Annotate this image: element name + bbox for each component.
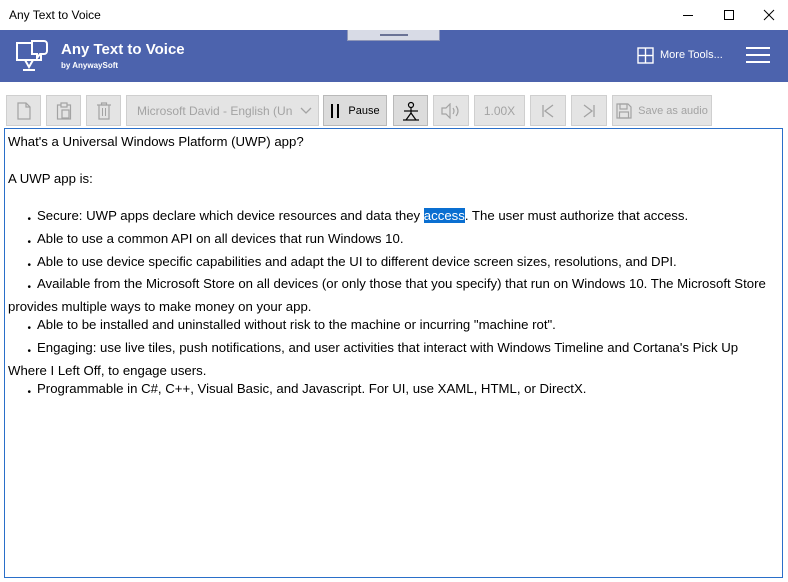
app-publisher: by AnywaySoft: [61, 61, 119, 70]
bullet: •: [27, 323, 31, 335]
voice-select-value: Microsoft David - English (United States…: [137, 103, 293, 118]
delete-button[interactable]: [86, 95, 121, 126]
app-name: Any Text to Voice: [61, 41, 185, 58]
speaker-person-icon: [402, 101, 419, 121]
speed-value: 1.00X: [483, 103, 516, 118]
bullet: •: [27, 214, 31, 226]
window-titlebar: Any Text to Voice: [0, 0, 788, 30]
window-title: Any Text to Voice: [9, 8, 101, 22]
clipboard-icon: [56, 101, 71, 120]
bullet: •: [27, 387, 31, 399]
save-icon: [616, 102, 632, 119]
list-item: • Programmable in C#, C++, Visual Basic, …: [8, 380, 779, 403]
previous-button[interactable]: [530, 95, 566, 126]
new-document-icon: [16, 101, 31, 120]
next-button[interactable]: [571, 95, 607, 126]
more-tools-label: More Tools...: [660, 49, 723, 61]
hamburger-menu-icon[interactable]: [746, 45, 770, 65]
skip-previous-icon: [542, 103, 554, 118]
bullet: •: [27, 259, 31, 271]
list-item: • Able to be installed and uninstalled wi…: [8, 316, 779, 339]
selected-text: access: [423, 208, 465, 224]
minimize-icon: [683, 15, 693, 16]
drag-handle[interactable]: [347, 30, 440, 41]
document-heading: What's a Universal Windows Platform (UWP…: [8, 134, 304, 149]
pause-button[interactable]: Pause: [323, 95, 387, 126]
save-as-audio-label: Save as audio: [638, 104, 708, 117]
bullet: •: [27, 345, 31, 357]
pause-icon: [331, 103, 340, 118]
app-header: Any Text to Voice by AnywaySoft More Too…: [0, 30, 788, 82]
maximize-icon: [724, 10, 734, 20]
bullet: •: [27, 236, 31, 248]
list-item: • Secure: UWP apps declare which device r…: [8, 207, 779, 230]
minimize-button[interactable]: [665, 0, 711, 30]
speed-button[interactable]: 1.00X: [474, 95, 525, 126]
voice-select[interactable]: Microsoft David - English (United States…: [126, 95, 319, 126]
volume-button[interactable]: [433, 95, 469, 126]
volume-icon: [441, 102, 459, 119]
bullet: •: [27, 282, 31, 294]
paste-button[interactable]: [46, 95, 81, 126]
save-as-audio-button[interactable]: Save as audio: [612, 95, 712, 126]
close-icon: [763, 9, 775, 21]
list-item: • Engaging: use live tiles, push notifica…: [8, 339, 739, 378]
chevron-down-icon: [300, 107, 312, 114]
text-editor[interactable]: What's a Universal Windows Platform (UWP…: [4, 128, 783, 578]
list-item: • Available from the Microsoft Store on a…: [8, 276, 766, 314]
new-document-button[interactable]: [6, 95, 41, 126]
document-intro: A UWP app is:: [8, 171, 93, 187]
skip-next-icon: [583, 103, 595, 118]
more-tools-button[interactable]: More Tools...: [637, 45, 723, 65]
voice-settings-button[interactable]: [393, 95, 428, 126]
pause-label: Pause: [348, 104, 380, 117]
more-tools-icon: [637, 46, 654, 64]
list-item: • Able to use a common API on all devices…: [8, 230, 779, 253]
app-logo-icon: [16, 40, 48, 71]
trash-icon: [96, 101, 111, 120]
list-item: • Able to use device specific capabilitie…: [8, 253, 779, 276]
close-button[interactable]: [746, 0, 788, 30]
toolbar: Microsoft David - English (United States…: [0, 95, 788, 127]
